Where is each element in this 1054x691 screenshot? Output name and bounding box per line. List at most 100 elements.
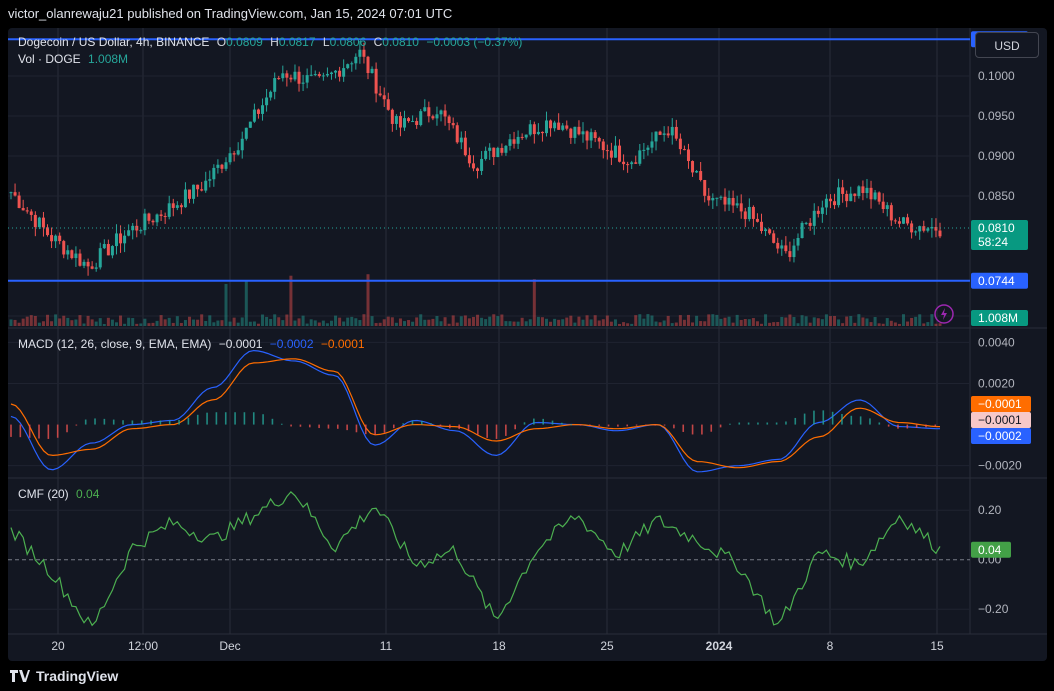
candle-body <box>119 233 123 244</box>
candle-body <box>411 121 415 123</box>
macd-hist-bar <box>122 420 124 425</box>
macd-hist-bar <box>318 424 320 429</box>
macd-hist-bar <box>215 412 218 425</box>
candle-body <box>171 203 175 208</box>
macd-hist-bar <box>187 417 190 425</box>
candle-body <box>66 250 70 255</box>
volume-bar <box>646 314 650 326</box>
macd-hist-bar <box>785 421 787 425</box>
volume-bar <box>877 323 881 326</box>
volume-bar <box>455 322 459 326</box>
candle-body <box>841 187 845 194</box>
candle-body <box>110 246 114 256</box>
volume-bar <box>715 314 719 326</box>
volume-label: Vol · DOGE <box>18 52 81 66</box>
candle-body <box>540 131 544 134</box>
candle-body <box>471 163 475 169</box>
volume-bar <box>833 316 837 326</box>
candle-body <box>350 63 354 65</box>
candle-body <box>820 207 824 214</box>
volume-bar <box>21 318 25 326</box>
macd-signal-line <box>10 358 941 469</box>
volume-bar <box>906 321 910 326</box>
macd-hist-bar <box>10 424 12 437</box>
candle-body <box>808 222 812 226</box>
volume-bar <box>731 322 735 326</box>
macd-hist-bar <box>897 424 899 429</box>
volume-bar <box>760 323 764 326</box>
macd-hist-bar <box>570 424 573 426</box>
macd-hist-bar <box>430 423 432 425</box>
footer: TradingView <box>0 661 1054 691</box>
macd-tick-label: 0.0020 <box>978 376 1015 390</box>
volume-bar <box>411 321 415 326</box>
volume-bar <box>678 315 682 326</box>
candles-group <box>9 41 942 326</box>
macd-legend: MACD (12, 26, close, 9, EMA, EMA) −0.000… <box>18 337 369 351</box>
volume-bar <box>62 315 66 326</box>
candle-body <box>21 207 25 211</box>
candle-body <box>715 197 719 199</box>
tradingview-logo[interactable]: TradingView <box>10 668 118 684</box>
macd-hist-bar <box>542 418 544 425</box>
volume-bar <box>865 318 869 326</box>
candle-body <box>261 105 265 114</box>
macd-hist-bar <box>645 424 647 426</box>
volume-bar <box>196 319 200 326</box>
candle-body <box>220 164 224 169</box>
open-value: 0.0809 <box>226 35 263 49</box>
volume-bar <box>613 319 617 326</box>
volume-bar <box>597 320 601 326</box>
volume-bar <box>175 316 179 326</box>
currency-button[interactable]: USD <box>975 32 1039 58</box>
candle-body <box>423 107 427 112</box>
candle-body <box>390 109 394 124</box>
volume-bar <box>289 275 293 326</box>
level-badge-label: 0.0744 <box>978 274 1015 288</box>
cmf-tick-label: −0.20 <box>978 602 1009 616</box>
macd-hist-bar <box>719 424 722 428</box>
macd-hist-bar <box>878 422 881 425</box>
volume-bar <box>857 314 861 326</box>
tradingview-brand: TradingView <box>36 668 119 684</box>
volume-bar <box>265 316 269 326</box>
candle-body <box>374 68 378 94</box>
macd-hist-bar <box>729 423 731 425</box>
volume-bar <box>127 317 131 326</box>
macd-hist-bar <box>168 420 171 425</box>
volume-bar <box>277 317 281 326</box>
volume-bar <box>776 321 780 326</box>
chart-panel[interactable]: 0.10000.09500.09000.08500.07000.10460.07… <box>8 28 1047 661</box>
volume-bar <box>792 317 796 326</box>
low-label: L <box>322 35 330 49</box>
macd-hist-bar <box>682 424 685 432</box>
macd-hist-bar <box>75 424 78 426</box>
macd-hist-bar <box>505 424 507 436</box>
candle-body <box>711 198 715 201</box>
volume-bar <box>183 320 187 326</box>
volume-bar <box>504 321 508 326</box>
candle-body <box>467 155 471 164</box>
volume-bar <box>135 323 139 326</box>
volume-bar <box>403 321 407 326</box>
macd-hist-bar <box>747 422 750 425</box>
volume-bar <box>544 318 548 326</box>
macd-hist-bar <box>449 424 451 429</box>
candle-body <box>277 78 281 80</box>
volume-bar <box>796 323 800 326</box>
volume-bar <box>451 315 455 326</box>
low-value: 0.0806 <box>329 35 367 49</box>
volume-bar <box>431 318 435 326</box>
macd-hist-bar <box>243 412 246 425</box>
candle-body <box>216 164 220 168</box>
volume-bar <box>601 319 605 326</box>
macd-hist-bar <box>617 424 619 427</box>
macd-signal-value: −0.0001 <box>320 337 365 351</box>
volume-bar <box>123 323 127 326</box>
volume-bar <box>682 319 686 326</box>
volume-bar <box>240 317 244 326</box>
macd-hist-bar <box>374 424 376 435</box>
volume-badge-label: 1.008M <box>978 311 1018 325</box>
volume-bar <box>853 322 857 326</box>
candle-body <box>269 91 273 98</box>
